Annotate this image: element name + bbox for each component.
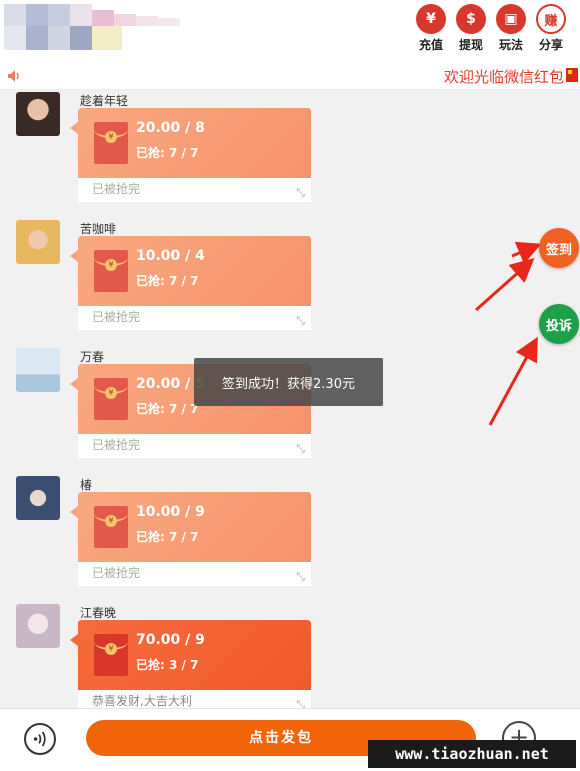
packet-grabbed: 已抢: 7 / 7 [136, 530, 199, 544]
packet-status: 已被抢完 [92, 182, 141, 196]
red-packet-card[interactable]: ¥ 10.00 / 9 已抢: 7 / 7 已被抢完 ⤡ [70, 492, 311, 586]
red-envelope-icon: ¥ [94, 506, 128, 548]
rules-button[interactable]: ▣ 玩法 [496, 4, 526, 53]
packet-amount: 10.00 / 4 [136, 248, 205, 264]
packet-grabbed: 已抢: 7 / 7 [136, 146, 199, 160]
packet-status: 已被抢完 [92, 310, 141, 324]
chat-message: 苦咖啡 ¥ 10.00 / 4 已抢: 7 / 7 已被抢完 ⤡ [16, 220, 316, 330]
header-actions: ¥ 充值 $ 提现 ▣ 玩法 赚 分享 [416, 4, 566, 53]
red-envelope-icon: ¥ [94, 250, 128, 292]
top-header: ¥ 充值 $ 提现 ▣ 玩法 赚 分享 [0, 0, 580, 62]
packet-corner-icon: ⤡ [296, 442, 305, 455]
speaker-icon [8, 70, 19, 82]
earn-share-icon: 赚 [536, 4, 566, 34]
packet-corner-icon: ⤡ [296, 314, 305, 327]
checkin-button[interactable]: 签到 [539, 228, 579, 268]
packet-corner-icon: ⤡ [296, 186, 305, 199]
packet-amount: 10.00 / 9 [136, 504, 205, 520]
packet-status: 已被抢完 [92, 566, 141, 580]
share-label: 分享 [538, 38, 563, 52]
recharge-label: 充值 [418, 38, 443, 52]
avatar[interactable] [16, 220, 60, 264]
withdraw-label: 提现 [458, 38, 483, 52]
blurred-title-image [4, 4, 184, 54]
red-packet-card[interactable]: ¥ 70.00 / 9 已抢: 3 / 7 恭喜发财,大吉大利 ⤡ [70, 620, 311, 714]
gift-icon: ▣ [496, 4, 526, 34]
red-packet-card[interactable]: ¥ 20.00 / 8 已抢: 7 / 7 已被抢完 ⤡ [70, 108, 311, 202]
withdraw-icon: $ [456, 4, 486, 34]
packet-amount: 70.00 / 9 [136, 632, 205, 648]
voice-icon[interactable] [24, 723, 56, 755]
username: 苦咖啡 [80, 222, 117, 236]
arrow-to-checkin-long [475, 258, 535, 312]
packet-grabbed: 已抢: 7 / 7 [136, 402, 199, 416]
red-envelope-icon: ¥ [94, 634, 128, 676]
red-envelope-icon: ¥ [94, 378, 128, 420]
packet-wish: 恭喜发财,大吉大利 [92, 694, 192, 708]
complain-button[interactable]: 投诉 [539, 304, 579, 344]
recharge-button[interactable]: ¥ 充值 [416, 4, 446, 53]
chat-message: 椿 ¥ 10.00 / 9 已抢: 7 / 7 已被抢完 ⤡ [16, 476, 316, 586]
watermark: www.tiaozhuan.net [368, 740, 576, 768]
avatar[interactable] [16, 604, 60, 648]
announcement-text: 欢迎光临微信红包 [443, 68, 564, 86]
username: 椿 [80, 478, 93, 492]
withdraw-button[interactable]: $ 提现 [456, 4, 486, 53]
red-envelope-icon: ¥ [94, 122, 128, 164]
packet-grabbed: 已抢: 3 / 7 [136, 658, 199, 672]
username: 万春 [80, 350, 105, 364]
arrow-to-complain [488, 336, 538, 426]
packet-corner-icon: ⤡ [296, 570, 305, 583]
red-packet-card[interactable]: ¥ 10.00 / 4 已抢: 7 / 7 已被抢完 ⤡ [70, 236, 311, 330]
packet-status: 已被抢完 [92, 438, 141, 452]
toast-message: 签到成功！获得2.30元 [194, 358, 383, 406]
chat-message: 趁着年轻 ¥ 20.00 / 8 已抢: 7 / 7 已被抢完 ⤡ [16, 92, 316, 202]
announcement-bar: 欢迎光临微信红包 [0, 62, 580, 90]
share-button[interactable]: 赚 分享 [536, 4, 566, 53]
arrow-to-checkin [511, 241, 542, 264]
avatar[interactable] [16, 92, 60, 136]
packet-amount: 20.00 / 8 [136, 120, 205, 136]
yen-icon: ¥ [416, 4, 446, 34]
china-flag-icon [566, 68, 578, 82]
avatar[interactable] [16, 348, 60, 392]
rules-label: 玩法 [498, 38, 523, 52]
avatar[interactable] [16, 476, 60, 520]
chat-message: 江春晚 ¥ 70.00 / 9 已抢: 3 / 7 恭喜发财,大吉大利 ⤡ [16, 604, 316, 714]
username: 江春晚 [80, 606, 117, 620]
username: 趁着年轻 [80, 94, 129, 108]
packet-grabbed: 已抢: 7 / 7 [136, 274, 199, 288]
